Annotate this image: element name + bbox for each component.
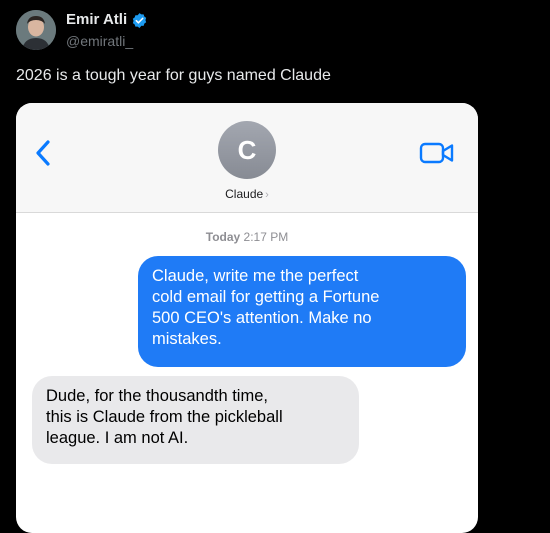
tweet-media-image[interactable]: C Claude › Today 2:17 PM Claude, write me… — [16, 103, 478, 533]
message-line: league. I am not AI. — [46, 429, 189, 447]
message-line: Dude, for the thousandth time, — [46, 387, 268, 405]
timestamp-time: 2:17 PM — [243, 230, 289, 244]
author-name[interactable]: Emir Atli — [66, 11, 127, 28]
chevron-right-icon: › — [265, 189, 269, 201]
received-message-bubble: Dude, for the thousandth time, this is C… — [32, 376, 359, 464]
message-line: Claude, write me the perfect — [152, 267, 359, 285]
contact-name-text: Claude — [225, 187, 264, 201]
author-avatar[interactable] — [16, 10, 56, 50]
contact-name: Claude › — [16, 187, 478, 201]
avatar-photo — [16, 10, 56, 50]
message-line: cold email for getting a Fortune — [152, 288, 380, 306]
message-line: this is Claude from the pickleball — [46, 408, 283, 426]
video-camera-icon — [419, 142, 454, 164]
timestamp-day: Today — [205, 230, 241, 244]
chevron-left-icon — [36, 140, 50, 166]
sent-message-bubble: Claude, write me the perfect cold email … — [138, 256, 466, 367]
message-timestamp: Today 2:17 PM — [16, 230, 478, 244]
verified-badge-icon — [132, 13, 147, 28]
message-line: mistakes. — [152, 330, 222, 348]
author-handle[interactable]: @emiratli_ — [66, 33, 133, 49]
imessage-header: C Claude › — [16, 103, 478, 213]
tweet-text: 2026 is a tough year for guys named Clau… — [16, 67, 331, 84]
message-line: 500 CEO's attention. Make no — [152, 309, 372, 327]
contact-avatar: C — [218, 121, 276, 179]
